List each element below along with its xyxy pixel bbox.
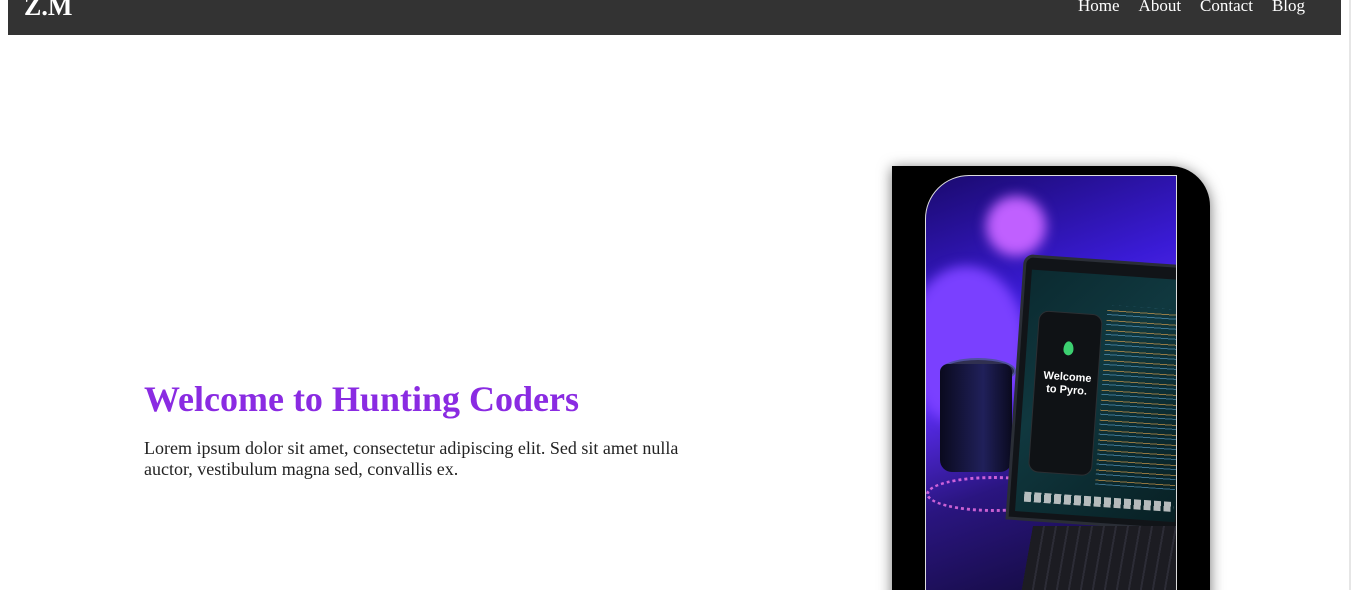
nav-link-blog[interactable]: Blog xyxy=(1272,0,1305,16)
hero-title: Welcome to Hunting Coders xyxy=(144,379,579,419)
brand-logo[interactable]: Z.M xyxy=(24,0,72,22)
keyboard xyxy=(1018,526,1176,590)
phone-mockup: Welcome to Pyro. xyxy=(1027,310,1103,477)
screen-text: Welcome to Pyro. xyxy=(1043,369,1092,398)
nav-link-contact[interactable]: Contact xyxy=(1200,0,1253,16)
hero-description: Lorem ipsum dolor sit amet, consectetur … xyxy=(144,438,679,479)
hero-image-card: Welcome to Pyro. xyxy=(892,166,1210,590)
laptop: Welcome to Pyro. xyxy=(1005,254,1176,532)
nav-link-about[interactable]: About xyxy=(1139,0,1182,16)
hero-image: Welcome to Pyro. xyxy=(925,175,1177,590)
page: Z.M Home About Contact Blog Welcome to H… xyxy=(0,0,1351,590)
nav-link-home[interactable]: Home xyxy=(1078,0,1120,16)
glow-decoration xyxy=(986,196,1046,256)
mug xyxy=(940,364,1012,472)
dock xyxy=(1023,491,1175,513)
navbar: Z.M Home About Contact Blog xyxy=(8,0,1341,35)
nav-links: Home About Contact Blog xyxy=(1078,0,1305,16)
code-editor xyxy=(1095,304,1176,491)
drop-icon xyxy=(1063,341,1075,356)
laptop-screen: Welcome to Pyro. xyxy=(1015,269,1176,523)
